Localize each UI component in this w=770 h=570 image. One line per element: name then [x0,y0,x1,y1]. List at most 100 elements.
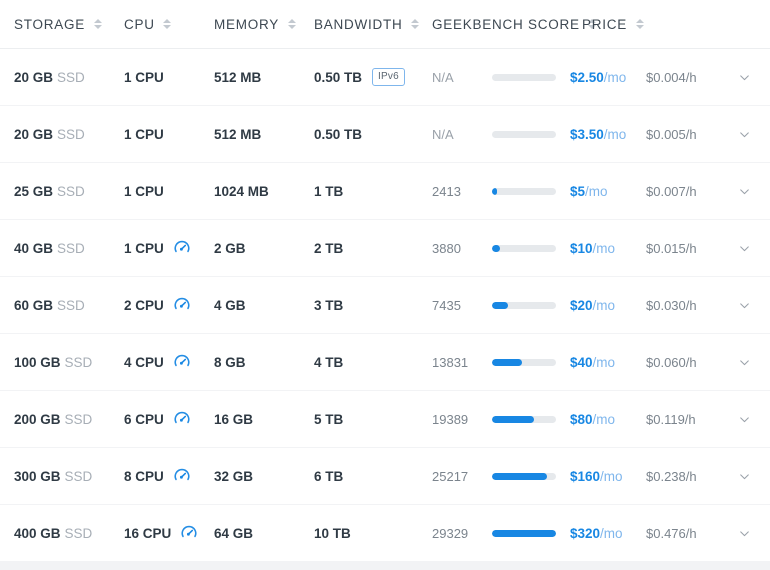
cell-bandwidth: 10 TB [314,526,432,541]
expand-row-button[interactable] [724,470,764,483]
table-row[interactable]: 400 GB SSD 16 CPU 64 GB 10 TB 29329 $320/mo $0.… [0,505,770,561]
chevron-down-icon[interactable] [738,470,751,483]
price-period: /mo [592,354,616,370]
column-header-cpu-label: CPU [124,16,155,32]
chevron-down-icon[interactable] [738,356,751,369]
table-header-row: STORAGE CPU MEMORY BANDWIDTH GEEKBENCH S… [0,0,770,49]
geekbench-bar-track [492,415,556,423]
storage-value: 200 GB [14,411,61,427]
cell-geekbench-bar [492,529,570,537]
table-row[interactable]: 40 GB SSD 1 CPU 2 GB 2 TB 3880 $10/mo $0.015/h [0,220,770,276]
storage-value: 100 GB [14,354,61,370]
price-monthly: $20/mo [570,298,615,313]
expand-row-button[interactable] [724,128,764,141]
geekbench-value: 13831 [432,354,469,370]
storage-value: 40 GB [14,240,54,256]
chevron-down-icon[interactable] [738,71,751,84]
sort-arrows-icon[interactable] [411,17,420,31]
cell-memory: 4 GB [214,298,314,313]
table-row[interactable]: 20 GB SSD 1 CPU 512 MB 0.50 TB N/A $3.50/mo $0.… [0,106,770,162]
sort-arrows-icon[interactable] [93,17,102,31]
bandwidth-value: 10 TB [314,525,351,541]
cell-cpu: 16 CPU [124,524,214,542]
cell-price: $20/mo [570,298,646,313]
cell-memory: 512 MB [214,70,314,85]
cpu-value: 6 CPU [124,411,164,427]
expand-row-button[interactable] [724,356,764,369]
cell-price: $3.50/mo [570,127,646,142]
geekbench-value: 7435 [432,297,461,313]
storage-value: 300 GB [14,468,61,484]
chevron-down-icon[interactable] [738,128,751,141]
speedometer-icon [173,239,191,257]
price-amount: $5 [570,183,586,199]
cell-memory: 64 GB [214,526,314,541]
price-period: /mo [603,126,627,142]
geekbench-bar-track [492,73,556,81]
price-monthly: $2.50/mo [570,70,626,85]
hourly-price-value: $0.238/h [646,468,697,484]
expand-row-button[interactable] [724,527,764,540]
table-row[interactable]: 100 GB SSD 4 CPU 8 GB 4 TB 13831 $40/mo $0.060/… [0,334,770,390]
expand-row-button[interactable] [724,413,764,426]
price-monthly: $10/mo [570,241,615,256]
cell-cpu: 1 CPU [124,127,214,142]
chevron-down-icon[interactable] [738,413,751,426]
hourly-price-value: $0.030/h [646,297,697,313]
bandwidth-value: 6 TB [314,468,344,484]
expand-row-button[interactable] [724,242,764,255]
cell-hourly-price: $0.015/h [646,241,724,256]
cell-geekbench-bar [492,73,570,81]
column-header-storage[interactable]: STORAGE [0,17,124,32]
cell-storage: 25 GB SSD [0,184,124,199]
sort-arrows-icon[interactable] [635,17,644,31]
price-period: /mo [592,411,616,427]
geekbench-bar-track [492,187,556,195]
column-header-memory[interactable]: MEMORY [214,17,314,32]
column-header-geekbench-score[interactable]: GEEKBENCH SCORE [432,16,597,32]
table-row[interactable]: 200 GB SSD 6 CPU 16 GB 5 TB 19389 $80/mo $0.119… [0,391,770,447]
chevron-down-icon[interactable] [738,185,751,198]
geekbench-value: N/A [432,69,454,85]
storage-unit: SSD [57,297,85,313]
chevron-down-icon[interactable] [738,527,751,540]
cell-price: $320/mo [570,526,646,541]
cell-hourly-price: $0.476/h [646,526,724,541]
chevron-down-icon[interactable] [738,299,751,312]
hourly-price-value: $0.015/h [646,240,697,256]
storage-unit: SSD [57,183,85,199]
storage-value: 20 GB [14,126,54,142]
expand-row-button[interactable] [724,299,764,312]
table-row[interactable]: 25 GB SSD 1 CPU 1024 MB 1 TB 2413 $5/mo $0.007/… [0,163,770,219]
table-row[interactable]: 60 GB SSD 2 CPU 4 GB 3 TB 7435 $20/mo $0.030/h [0,277,770,333]
column-header-geekbench-score-label: GEEKBENCH SCORE [432,16,580,32]
column-header-storage-label: STORAGE [14,16,86,32]
sort-arrows-icon[interactable] [287,17,296,31]
hourly-price-value: $0.005/h [646,126,697,142]
cpu-value: 8 CPU [124,468,164,484]
hourly-price-value: $0.004/h [646,69,697,85]
geekbench-value: 25217 [432,468,469,484]
geekbench-bar-fill [492,187,498,195]
table-row[interactable]: 300 GB SSD 8 CPU 32 GB 6 TB 25217 $160/mo $0.23… [0,448,770,504]
price-monthly: $160/mo [570,469,623,484]
cell-storage: 400 GB SSD [0,526,124,541]
storage-unit: SSD [64,468,93,484]
cell-price: $40/mo [570,355,646,370]
cell-storage: 100 GB SSD [0,355,124,370]
price-period: /mo [585,183,608,199]
expand-row-button[interactable] [724,71,764,84]
sort-arrows-icon[interactable] [163,17,172,31]
expand-row-button[interactable] [724,185,764,198]
chevron-down-icon[interactable] [738,242,751,255]
column-header-bandwidth[interactable]: BANDWIDTH [314,17,432,32]
table-row[interactable]: 20 GB SSD 1 CPU 512 MB 0.50 TB IPv6 N/A $2.50/m… [0,49,770,105]
speedometer-icon [173,353,191,371]
cell-geekbench-bar [492,415,570,423]
column-header-cpu[interactable]: CPU [124,17,214,32]
memory-value: 64 GB [214,525,254,541]
speedometer-icon [173,467,191,485]
column-header-price[interactable]: PRICE [582,17,672,32]
cell-geekbench-bar [492,130,570,138]
cell-storage: 20 GB SSD [0,127,124,142]
